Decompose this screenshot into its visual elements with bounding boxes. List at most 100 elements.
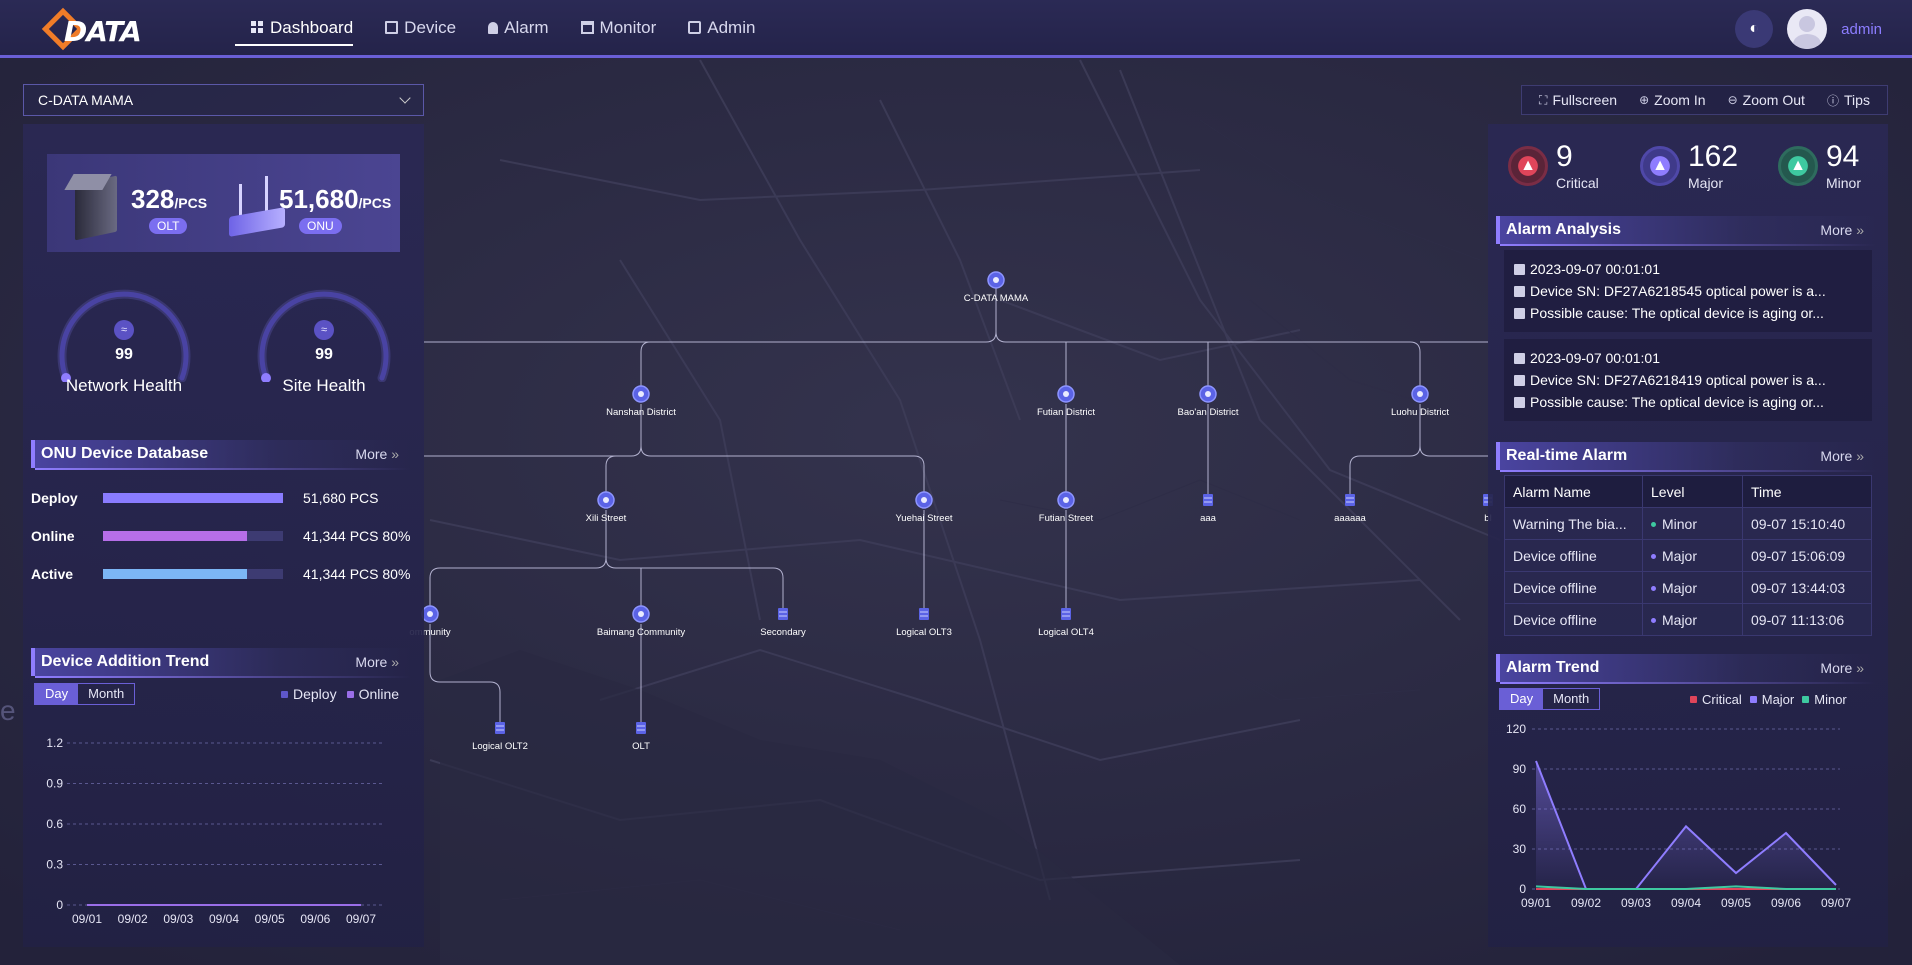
- nav-monitor[interactable]: Monitor: [565, 0, 673, 55]
- onu-bar-track: [103, 569, 283, 579]
- zoom-in-button[interactable]: ⊕ Zoom In: [1639, 92, 1705, 108]
- alarm-analysis-card[interactable]: 2023-09-07 00:01:01 Device SN: DF27A6218…: [1504, 339, 1872, 421]
- nav-device[interactable]: Device: [369, 0, 472, 55]
- major-label: Major: [1688, 175, 1724, 191]
- legend-critical[interactable]: Critical: [1690, 692, 1742, 707]
- alarm-analysis-card[interactable]: 2023-09-07 00:01:01 Device SN: DF27A6218…: [1504, 250, 1872, 332]
- device-addition-chart: 0 0.3 0.6 0.9 1.2 09/01 09/02 09/03 09/04 09/05 09…: [46, 736, 383, 926]
- olt-node-icon: [1203, 494, 1213, 506]
- site-health-value: 99: [315, 346, 333, 363]
- theme-toggle-button[interactable]: ◐: [1735, 10, 1774, 48]
- c-data-logo[interactable]: DATA: [41, 7, 158, 51]
- table-row[interactable]: Warning The bia... Minor 09-07 15:10:40: [1504, 507, 1872, 540]
- table-row[interactable]: Device offline Major 09-07 13:44:03: [1504, 571, 1872, 604]
- username-link[interactable]: admin: [1841, 21, 1882, 38]
- site-select-value: C-DATA MAMA: [38, 92, 134, 108]
- alarm-trend-month-tab[interactable]: Month: [1543, 689, 1599, 709]
- nav-admin[interactable]: Admin: [672, 0, 771, 55]
- legend-major[interactable]: Major: [1749, 692, 1794, 707]
- device-trend-day-tab[interactable]: Day: [35, 684, 79, 704]
- alarm-analysis-more-link[interactable]: More: [1820, 222, 1864, 238]
- device-trend-title: Device Addition Trend: [41, 653, 210, 670]
- device-trend-more-link[interactable]: More: [355, 654, 399, 670]
- network-health-gauge: ≈ 99 Network Health: [54, 282, 194, 412]
- nav-device-label: Device: [404, 17, 457, 37]
- topology-node-aaaaaa[interactable]: aaaaaa: [1334, 494, 1367, 524]
- topology-node-baimang[interactable]: Baimang Community: [597, 605, 685, 638]
- device-trend-month-tab[interactable]: Month: [78, 684, 134, 704]
- minor-count: 94: [1826, 140, 1860, 173]
- topology-node-label: Futian District: [1037, 407, 1095, 418]
- olt-badge: OLT: [149, 218, 188, 234]
- question-icon: [1514, 308, 1525, 319]
- alarm-device: Device SN: DF27A6218419 optical power is…: [1530, 372, 1826, 388]
- alarm-trend-day-tab[interactable]: Day: [1500, 689, 1544, 709]
- topology-node-label: Logical OLT4: [1038, 627, 1094, 638]
- topology-node-nanshan[interactable]: Nanshan District: [606, 385, 676, 418]
- zoom-out-button[interactable]: ⊖ Zoom Out: [1728, 92, 1805, 108]
- alarm-trend-more-link[interactable]: More: [1820, 660, 1864, 676]
- avatar[interactable]: [1787, 9, 1828, 49]
- onu-bar-row: Online 41,344 PCS 80%: [31, 526, 421, 546]
- topology-node-luohu[interactable]: Luohu District: [1391, 385, 1449, 418]
- onu-bar-fill: [103, 569, 247, 579]
- minor-alarm-icon: ▲: [1778, 146, 1818, 186]
- topology-node-lolt3[interactable]: Logical OLT3: [896, 608, 952, 638]
- zoom-in-label: Zoom In: [1654, 92, 1706, 108]
- level-dot-icon: [1651, 521, 1656, 527]
- topology-node-root[interactable]: C-DATA MAMA: [964, 271, 1029, 304]
- level-dot-icon: [1651, 585, 1656, 591]
- network-health-value: 99: [115, 346, 133, 363]
- info-icon: ⓘ: [1827, 93, 1840, 108]
- legend-critical-label: Critical: [1702, 692, 1742, 707]
- x-tick-label: 09/06: [1771, 896, 1801, 910]
- topology-node-futian[interactable]: Futian District: [1037, 385, 1095, 418]
- topology-node-label: Luohu District: [1391, 407, 1449, 418]
- topology-node-lolt4[interactable]: Logical OLT4: [1038, 608, 1094, 638]
- topology-node-olt[interactable]: OLT: [632, 722, 650, 752]
- legend-online-label: Online: [358, 686, 400, 702]
- legend-minor-swatch: [1802, 696, 1810, 703]
- topology-node-lolt2[interactable]: Logical OLT2: [472, 722, 528, 752]
- major-alarm-icon: ▲: [1640, 146, 1680, 186]
- onu-count-unit: /PCS: [358, 195, 392, 211]
- alarm-time: 2023-09-07 00:01:01: [1530, 261, 1660, 277]
- topology-node-label: Secondary: [760, 627, 806, 638]
- tips-button[interactable]: ⓘ Tips: [1827, 92, 1870, 109]
- legend-minor-label: Minor: [1814, 692, 1847, 707]
- realtime-alarm-more-link[interactable]: More: [1820, 448, 1864, 464]
- table-row[interactable]: Device offline Major 09-07 15:06:09: [1504, 539, 1872, 572]
- alarm-time-cell: 09-07 15:06:09: [1742, 539, 1872, 572]
- y-tick-label: 0.9: [46, 777, 63, 791]
- critical-count: 9: [1556, 140, 1573, 173]
- fullscreen-button[interactable]: ⛶ Fullscreen: [1539, 92, 1617, 108]
- legend-online[interactable]: Online: [346, 686, 400, 702]
- olt-node-icon: [1061, 608, 1071, 620]
- alarm-cause: Possible cause: The optical device is ag…: [1530, 305, 1824, 321]
- topology-node-secondary[interactable]: Secondary: [760, 608, 806, 638]
- x-tick-label: 09/06: [300, 912, 330, 926]
- legend-deploy[interactable]: Deploy: [281, 686, 337, 702]
- topology-node-yuehai[interactable]: Yuehai Street: [895, 491, 953, 524]
- legend-minor[interactable]: Minor: [1802, 692, 1847, 707]
- onu-database-more-link[interactable]: More: [355, 446, 399, 462]
- olt-count-unit: /PCS: [174, 195, 208, 211]
- topology-node-xili[interactable]: Xili Street: [586, 491, 627, 524]
- topology-node-futianst[interactable]: Futian Street: [1039, 491, 1094, 524]
- nav-alarm[interactable]: Alarm: [472, 0, 564, 55]
- alarm-time-cell: 09-07 13:44:03: [1742, 571, 1872, 604]
- site-select[interactable]: C-DATA MAMA: [23, 84, 424, 116]
- device-trend-period-toggle: Day Month: [34, 683, 136, 705]
- table-row[interactable]: Device offline Major 09-07 11:13:06: [1504, 603, 1872, 636]
- device-trend-header: Device Addition Trend More: [31, 648, 411, 678]
- device-summary: 328/PCS OLT 51,680/PCS ONU: [47, 154, 400, 252]
- nav-dashboard[interactable]: Dashboard: [235, 0, 369, 55]
- alarm-time-line: 2023-09-07 00:01:01: [1514, 347, 1862, 369]
- y-tick-label: 0.3: [46, 858, 63, 872]
- topology-node-label: Baimang Community: [597, 627, 685, 638]
- alarm-cause: Possible cause: The optical device is ag…: [1530, 394, 1824, 410]
- topology-node-aaa[interactable]: aaa: [1200, 494, 1217, 524]
- olt-count-value: 328: [131, 184, 175, 214]
- topology-node-baoan[interactable]: Bao'an District: [1178, 385, 1239, 418]
- onu-bar-label: Active: [31, 566, 74, 582]
